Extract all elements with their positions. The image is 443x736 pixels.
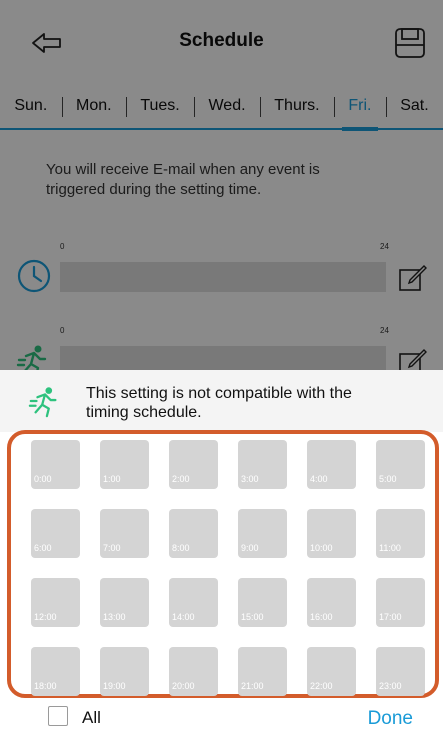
- hour-slot[interactable]: 22:00: [307, 647, 356, 696]
- hour-slot-label: 22:00: [310, 681, 333, 691]
- all-label: All: [82, 708, 101, 727]
- hour-slot[interactable]: 18:00: [31, 647, 80, 696]
- hour-grid-highlight: 0:00 1:00 2:00 3:00 4:00 5:00 6:00 7:00 8:00 9:00…: [7, 430, 439, 698]
- hour-slot[interactable]: 6:00: [31, 509, 80, 558]
- hour-slot[interactable]: 17:00: [376, 578, 425, 627]
- hour-slot-label: 14:00: [172, 612, 195, 622]
- hour-slot[interactable]: 5:00: [376, 440, 425, 489]
- hour-slot-label: 19:00: [103, 681, 126, 691]
- hour-slot-label: 4:00: [310, 474, 328, 484]
- hour-slot-label: 20:00: [172, 681, 195, 691]
- hour-slot[interactable]: 14:00: [169, 578, 218, 627]
- hour-slot[interactable]: 4:00: [307, 440, 356, 489]
- hour-slot[interactable]: 11:00: [376, 509, 425, 558]
- hour-slot[interactable]: 0:00: [31, 440, 80, 489]
- hour-slot[interactable]: 15:00: [238, 578, 287, 627]
- hour-slot[interactable]: 12:00: [31, 578, 80, 627]
- hour-slot-label: 6:00: [34, 543, 52, 553]
- hour-slot[interactable]: 10:00: [307, 509, 356, 558]
- hour-slot-label: 15:00: [241, 612, 264, 622]
- hour-slot[interactable]: 16:00: [307, 578, 356, 627]
- hour-slot-label: 9:00: [241, 543, 259, 553]
- compatibility-message: This setting is not compatible with the …: [0, 370, 443, 432]
- hour-slot-label: 7:00: [103, 543, 121, 553]
- hour-slot-label: 1:00: [103, 474, 121, 484]
- hour-slot-label: 0:00: [34, 474, 52, 484]
- done-button[interactable]: Done: [368, 708, 413, 730]
- hour-slot[interactable]: 21:00: [238, 647, 287, 696]
- hour-slot[interactable]: 23:00: [376, 647, 425, 696]
- hour-grid: 0:00 1:00 2:00 3:00 4:00 5:00 6:00 7:00 8:00 9:00…: [31, 440, 425, 696]
- hour-slot-label: 17:00: [379, 612, 402, 622]
- hour-slot[interactable]: 20:00: [169, 647, 218, 696]
- all-checkbox[interactable]: [48, 706, 68, 726]
- hour-slot-label: 23:00: [379, 681, 402, 691]
- hour-slot-label: 8:00: [172, 543, 190, 553]
- motion-icon: [28, 384, 62, 418]
- hour-slot[interactable]: 2:00: [169, 440, 218, 489]
- hour-slot-label: 3:00: [241, 474, 259, 484]
- hour-slot[interactable]: 9:00: [238, 509, 287, 558]
- hour-slot-label: 10:00: [310, 543, 333, 553]
- hour-slot[interactable]: 13:00: [100, 578, 149, 627]
- hour-slot-label: 2:00: [172, 474, 190, 484]
- hour-slot[interactable]: 3:00: [238, 440, 287, 489]
- hour-slot[interactable]: 8:00: [169, 509, 218, 558]
- hour-slot[interactable]: 1:00: [100, 440, 149, 489]
- hour-slot-label: 18:00: [34, 681, 57, 691]
- hour-slot-label: 21:00: [241, 681, 264, 691]
- hour-slot[interactable]: 19:00: [100, 647, 149, 696]
- hour-picker-sheet: This setting is not compatible with the …: [0, 370, 443, 736]
- sheet-footer: All Done: [0, 700, 443, 736]
- hour-slot-label: 16:00: [310, 612, 333, 622]
- hour-slot-label: 11:00: [379, 543, 401, 553]
- hour-slot[interactable]: 7:00: [100, 509, 149, 558]
- hour-slot-label: 12:00: [34, 612, 57, 622]
- hour-slot-label: 13:00: [103, 612, 126, 622]
- message-text: This setting is not compatible with the …: [86, 385, 352, 421]
- hour-slot-label: 5:00: [379, 474, 397, 484]
